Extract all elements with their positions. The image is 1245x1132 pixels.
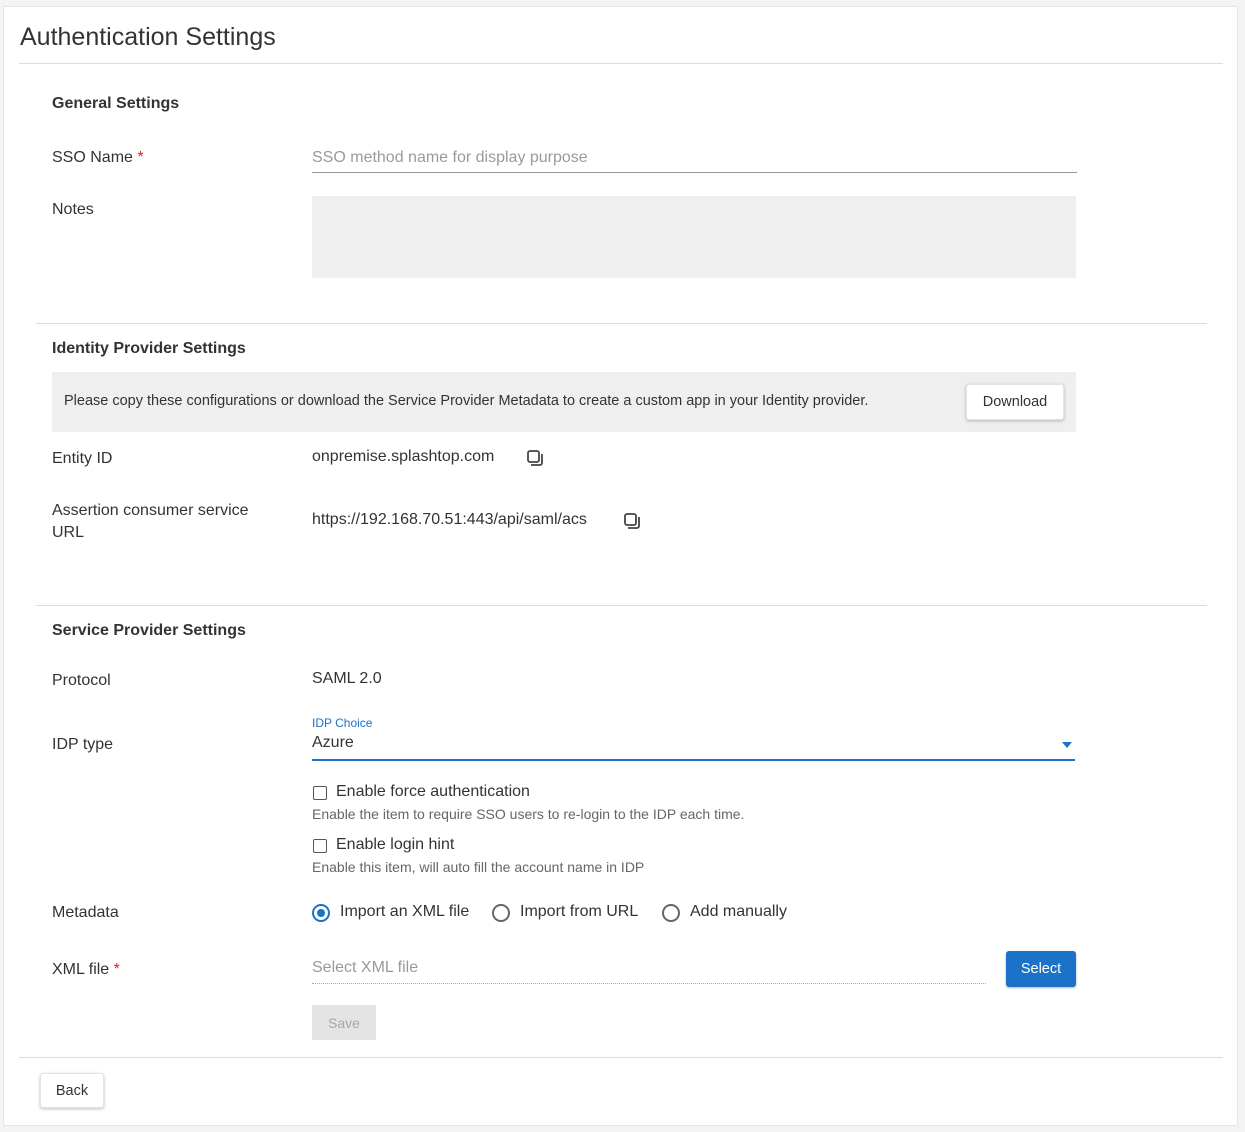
acs-url-value: https://192.168.70.51:443/api/saml/acs <box>312 511 587 528</box>
force-auth-checkbox[interactable] <box>313 786 327 800</box>
xml-file-label-text: XML file <box>52 961 110 978</box>
section-divider-2 <box>36 605 1207 606</box>
protocol-value: SAML 2.0 <box>312 670 382 687</box>
sso-name-input[interactable] <box>312 147 1077 173</box>
acs-url-label-line1: Assertion consumer service <box>52 502 249 519</box>
copy-icon[interactable] <box>622 511 642 531</box>
acs-url-label-line2: URL <box>52 524 85 541</box>
metadata-radio-group: Import an XML file Import from URL Add m… <box>312 902 832 926</box>
required-mark: * <box>137 149 144 166</box>
radio-add-manually-label[interactable]: Add manually <box>690 903 787 921</box>
idp-choice-value: Azure <box>312 734 354 751</box>
metadata-label: Metadata <box>52 904 119 921</box>
acs-url-label: Assertion consumer service URL <box>52 500 249 544</box>
copy-icon[interactable] <box>525 448 545 468</box>
info-banner: Please copy these configurations or down… <box>52 372 1076 432</box>
idp-choice-select[interactable]: Azure <box>312 733 1075 761</box>
force-auth-label: Enable force authentication <box>336 783 530 800</box>
xml-file-placeholder: Select XML file <box>312 959 419 976</box>
entity-id-value: onpremise.splashtop.com <box>312 448 495 465</box>
sso-name-label-text: SSO Name <box>52 149 133 166</box>
authentication-settings-card: Authentication Settings General Settings… <box>3 6 1238 1126</box>
save-button[interactable]: Save <box>312 1005 376 1040</box>
protocol-label: Protocol <box>52 672 111 689</box>
radio-import-url[interactable] <box>492 904 510 922</box>
download-button[interactable]: Download <box>966 384 1064 420</box>
footer-divider <box>19 1057 1223 1058</box>
login-hint-label: Enable login hint <box>336 836 455 853</box>
page-title: Authentication Settings <box>20 23 276 51</box>
xml-file-label: XML file * <box>52 959 120 981</box>
force-auth-hint: Enable the item to require SSO users to … <box>312 806 745 822</box>
notes-textarea[interactable] <box>312 196 1076 278</box>
select-file-button[interactable]: Select <box>1006 951 1076 987</box>
required-mark: * <box>113 961 120 978</box>
radio-import-url-label[interactable]: Import from URL <box>520 903 638 921</box>
radio-import-xml[interactable] <box>312 904 330 922</box>
sp-settings-heading: Service Provider Settings <box>52 622 246 639</box>
xml-file-field[interactable]: Select XML file <box>312 959 986 984</box>
idp-settings-heading: Identity Provider Settings <box>52 340 246 357</box>
radio-import-xml-label[interactable]: Import an XML file <box>340 903 469 921</box>
login-hint-hint: Enable this item, will auto fill the acc… <box>312 859 645 875</box>
chevron-down-icon <box>1062 742 1072 748</box>
title-divider <box>19 63 1223 64</box>
idp-choice-label: IDP Choice <box>312 716 373 730</box>
section-divider-1 <box>36 323 1207 324</box>
info-banner-text: Please copy these configurations or down… <box>64 393 869 409</box>
sso-name-label: SSO Name * <box>52 147 144 169</box>
radio-add-manually[interactable] <box>662 904 680 922</box>
general-settings-heading: General Settings <box>52 95 180 112</box>
notes-label: Notes <box>52 201 94 218</box>
entity-id-label: Entity ID <box>52 450 113 467</box>
idp-type-label: IDP type <box>52 736 114 753</box>
login-hint-checkbox[interactable] <box>313 839 327 853</box>
back-button[interactable]: Back <box>40 1073 104 1108</box>
